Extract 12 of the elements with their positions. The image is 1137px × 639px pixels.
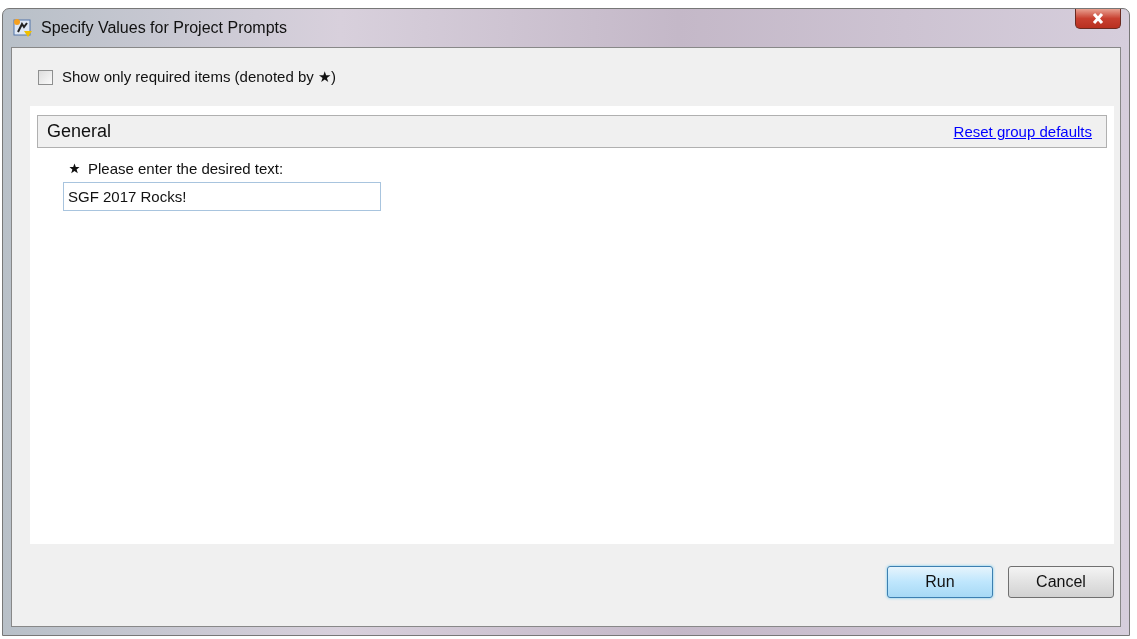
text-field[interactable]: SGF 2017 Rocks! (63, 182, 381, 211)
run-button[interactable]: Run (887, 566, 993, 598)
prompt-label: Please enter the desired text: (88, 160, 284, 177)
reset-link[interactable]: Reset group defaults (953, 123, 1092, 140)
group-title: General (47, 121, 112, 142)
checkbox-label: Show only required items (denoted by ★) (62, 68, 336, 86)
close-button[interactable] (1075, 9, 1121, 29)
close-icon (1092, 13, 1104, 24)
cancel-button[interactable]: Cancel (1008, 566, 1114, 598)
checkbox[interactable] (38, 69, 53, 85)
window-title: Specify Values for Project Prompts (41, 19, 288, 37)
app-icon (13, 18, 33, 38)
